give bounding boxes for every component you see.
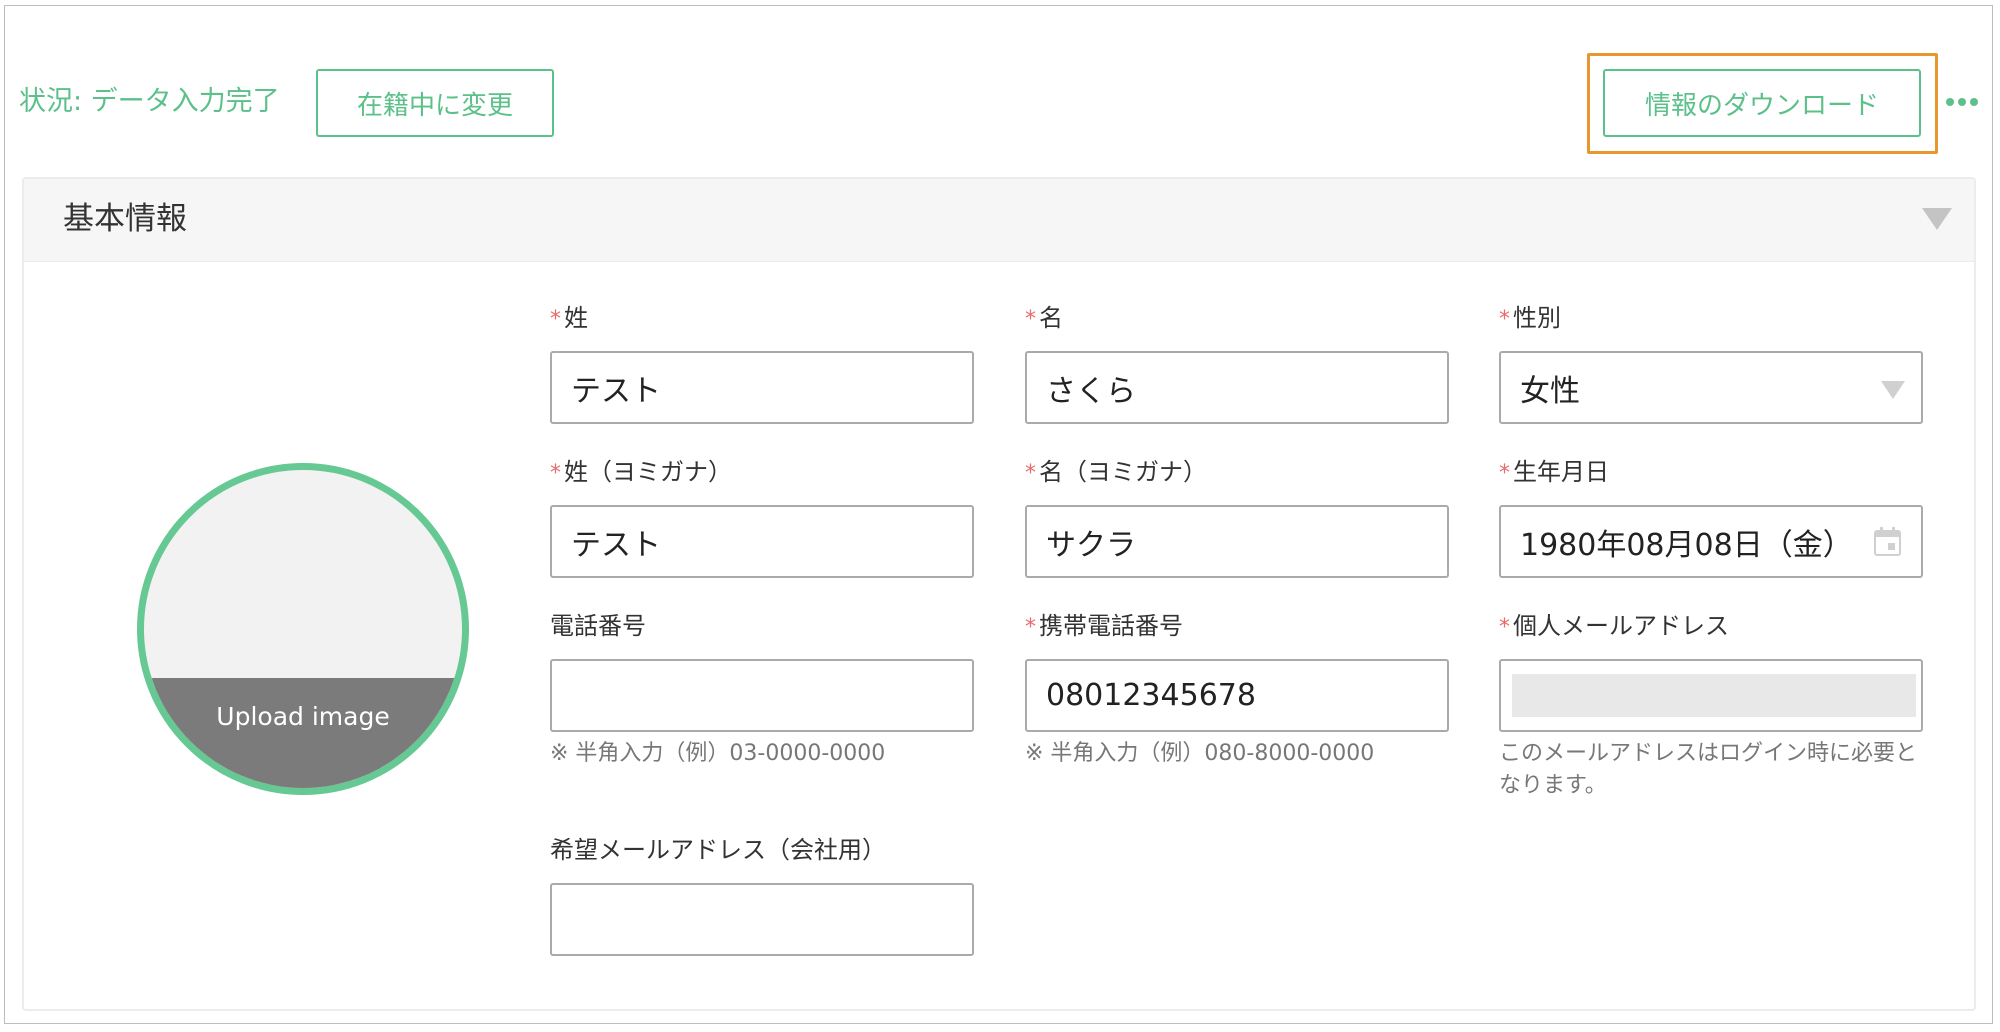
required-mark: * bbox=[550, 461, 561, 486]
avatar-upload[interactable]: Upload image bbox=[137, 463, 469, 795]
personal-email-hint: このメールアドレスはログイン時に必要となります。 bbox=[1499, 741, 1918, 798]
more-options-icon[interactable] bbox=[1942, 92, 1982, 112]
birthdate-value: 1980年08月08日（金） bbox=[1520, 527, 1853, 563]
calendar-icon[interactable] bbox=[1874, 527, 1901, 556]
required-mark: * bbox=[1499, 307, 1510, 332]
required-mark: * bbox=[1499, 615, 1510, 640]
last-name-input[interactable]: テスト bbox=[550, 351, 974, 424]
required-mark: * bbox=[1025, 615, 1036, 640]
last-name-kana-label: * 姓（ヨミガナ） bbox=[550, 458, 732, 486]
birthdate-label: * 生年月日 bbox=[1499, 458, 1609, 486]
birthdate-input[interactable]: 1980年08月08日（金） bbox=[1499, 505, 1923, 578]
first-name-kana-label: * 名（ヨミガナ） bbox=[1025, 458, 1207, 486]
panel-header[interactable]: 基本情報 bbox=[24, 179, 1974, 262]
select-arrow-icon bbox=[1881, 381, 1905, 399]
first-name-kana-input[interactable]: サクラ bbox=[1025, 505, 1449, 578]
gender-label: * 性別 bbox=[1499, 304, 1561, 332]
status-text: 状況: データ入力完了 bbox=[19, 86, 280, 117]
gender-select[interactable]: 女性 bbox=[1499, 351, 1923, 424]
mobile-input[interactable]: 08012345678 bbox=[1025, 659, 1449, 732]
mobile-hint: ※ 半角入力（例）080-8000-0000 bbox=[1025, 741, 1375, 766]
panel-title: 基本情報 bbox=[63, 201, 187, 237]
personal-email-input[interactable] bbox=[1499, 659, 1923, 732]
change-to-active-button[interactable]: 在籍中に変更 bbox=[316, 69, 554, 137]
gender-value: 女性 bbox=[1520, 373, 1580, 409]
download-info-button[interactable]: 情報のダウンロード bbox=[1603, 69, 1921, 137]
company-email-input[interactable] bbox=[550, 883, 974, 956]
last-name-kana-input[interactable]: テスト bbox=[550, 505, 974, 578]
phone-input[interactable] bbox=[550, 659, 974, 732]
required-mark: * bbox=[1499, 461, 1510, 486]
first-name-label: * 名 bbox=[1025, 304, 1063, 332]
phone-label: 電話番号 bbox=[550, 612, 646, 640]
phone-hint: ※ 半角入力（例）03-0000-0000 bbox=[550, 741, 886, 766]
last-name-label: * 姓 bbox=[550, 304, 588, 332]
first-name-input[interactable]: さくら bbox=[1025, 351, 1449, 424]
collapse-triangle-icon[interactable] bbox=[1922, 208, 1952, 230]
personal-email-label: * 個人メールアドレス bbox=[1499, 612, 1729, 640]
mobile-label: * 携帯電話番号 bbox=[1025, 612, 1183, 640]
upload-image-button[interactable]: Upload image bbox=[144, 678, 462, 788]
required-mark: * bbox=[1025, 307, 1036, 332]
masked-email-value bbox=[1512, 674, 1916, 717]
required-mark: * bbox=[1025, 461, 1036, 486]
required-mark: * bbox=[550, 307, 561, 332]
company-email-label: 希望メールアドレス（会社用） bbox=[550, 836, 886, 864]
